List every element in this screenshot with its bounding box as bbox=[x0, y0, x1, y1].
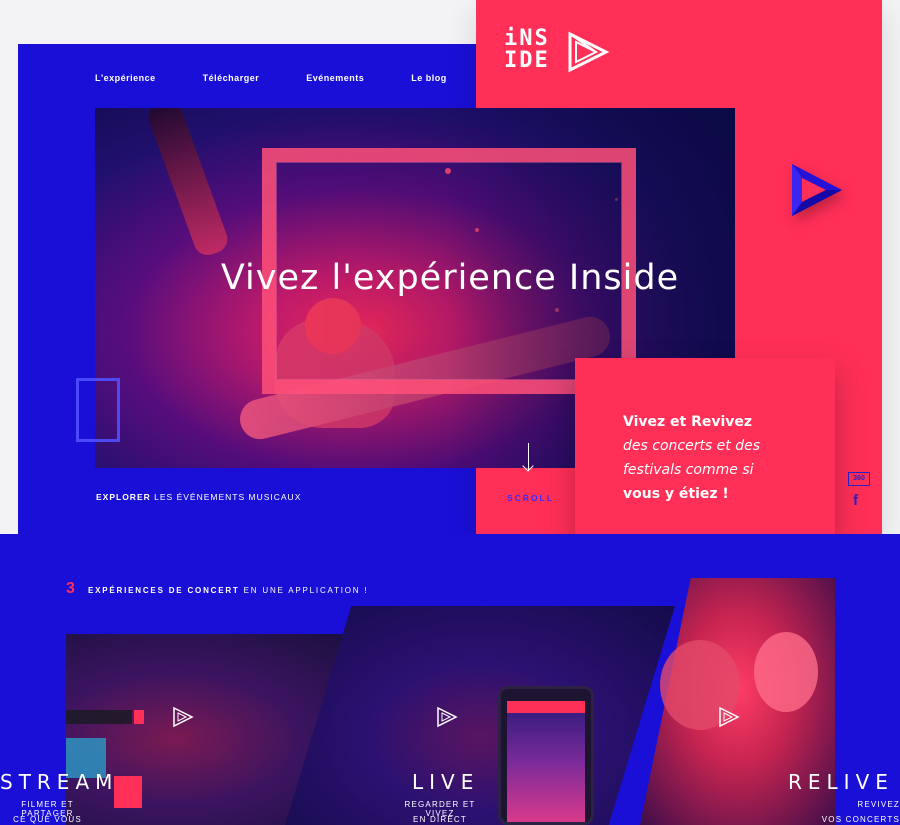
logo-wordmark: iNS IDE bbox=[504, 28, 550, 72]
promo-line-4: vous y étiez ! bbox=[623, 486, 729, 502]
relive-sub-1: REVIVEZ bbox=[857, 800, 900, 809]
hero-title: Vivez l'expérience Inside bbox=[220, 258, 680, 298]
facebook-icon[interactable]: f bbox=[853, 492, 858, 509]
experiences-label: EXPÉRIENCES DE CONCERT EN UNE APPLICATIO… bbox=[88, 586, 368, 595]
record-tag bbox=[134, 710, 144, 724]
impossible-triangle-icon bbox=[792, 164, 842, 216]
live-title: LIVE bbox=[412, 770, 480, 794]
play-triangle-icon bbox=[719, 706, 740, 728]
main-nav: L'expérience Télécharger Evénements Le b… bbox=[95, 73, 494, 83]
explore-link[interactable]: EXPLORER LES ÉVÉNEMENTS MUSICAUX bbox=[96, 492, 301, 502]
phone-mockup bbox=[498, 686, 594, 825]
promo-card: Vivez et Revivez des concerts et des fes… bbox=[575, 358, 835, 556]
nav-experience[interactable]: L'expérience bbox=[95, 73, 156, 83]
live-panel[interactable] bbox=[285, 606, 675, 825]
promo-line-3: festivals comme si bbox=[623, 462, 754, 478]
relive-title: RELIVE bbox=[788, 770, 894, 794]
phone-app-bar bbox=[507, 701, 585, 713]
logo-triangle-icon bbox=[568, 31, 610, 73]
promo-line-2: des concerts et des bbox=[623, 438, 761, 454]
experiences-label-rest: EN UNE APPLICATION ! bbox=[243, 586, 369, 595]
logo-line-1: iNS bbox=[504, 26, 550, 51]
inside-logo[interactable]: iNS IDE bbox=[504, 28, 614, 78]
play-triangle-icon bbox=[173, 706, 194, 728]
experiences-count: 3 bbox=[66, 580, 75, 597]
logo-line-2: IDE bbox=[504, 48, 550, 73]
person-2 bbox=[754, 632, 818, 712]
nav-events[interactable]: Evénements bbox=[306, 73, 364, 83]
stream-sub-2: CE QUE VOUS VIVEZ bbox=[13, 815, 82, 825]
explore-rest: LES ÉVÉNEMENTS MUSICAUX bbox=[154, 492, 302, 502]
experiences-label-bold: EXPÉRIENCES DE CONCERT bbox=[88, 586, 240, 595]
360-icon[interactable]: 360 bbox=[848, 472, 870, 486]
live-sub-2: EN DIRECT bbox=[413, 815, 467, 824]
nav-blog[interactable]: Le blog bbox=[411, 73, 447, 83]
scroll-button[interactable]: SCROLL bbox=[507, 493, 554, 503]
relive-sub-2: VOS CONCERTS bbox=[821, 815, 900, 824]
stream-title: STREAM bbox=[0, 770, 119, 794]
play-triangle-icon bbox=[437, 706, 458, 728]
nav-download[interactable]: Télécharger bbox=[203, 73, 260, 83]
promo-line-1: Vivez et Revivez bbox=[623, 414, 753, 430]
camera-controls-bar bbox=[66, 710, 132, 724]
phone-screen bbox=[507, 701, 585, 822]
decorative-rect bbox=[76, 378, 120, 442]
explore-bold: EXPLORER bbox=[96, 492, 151, 502]
